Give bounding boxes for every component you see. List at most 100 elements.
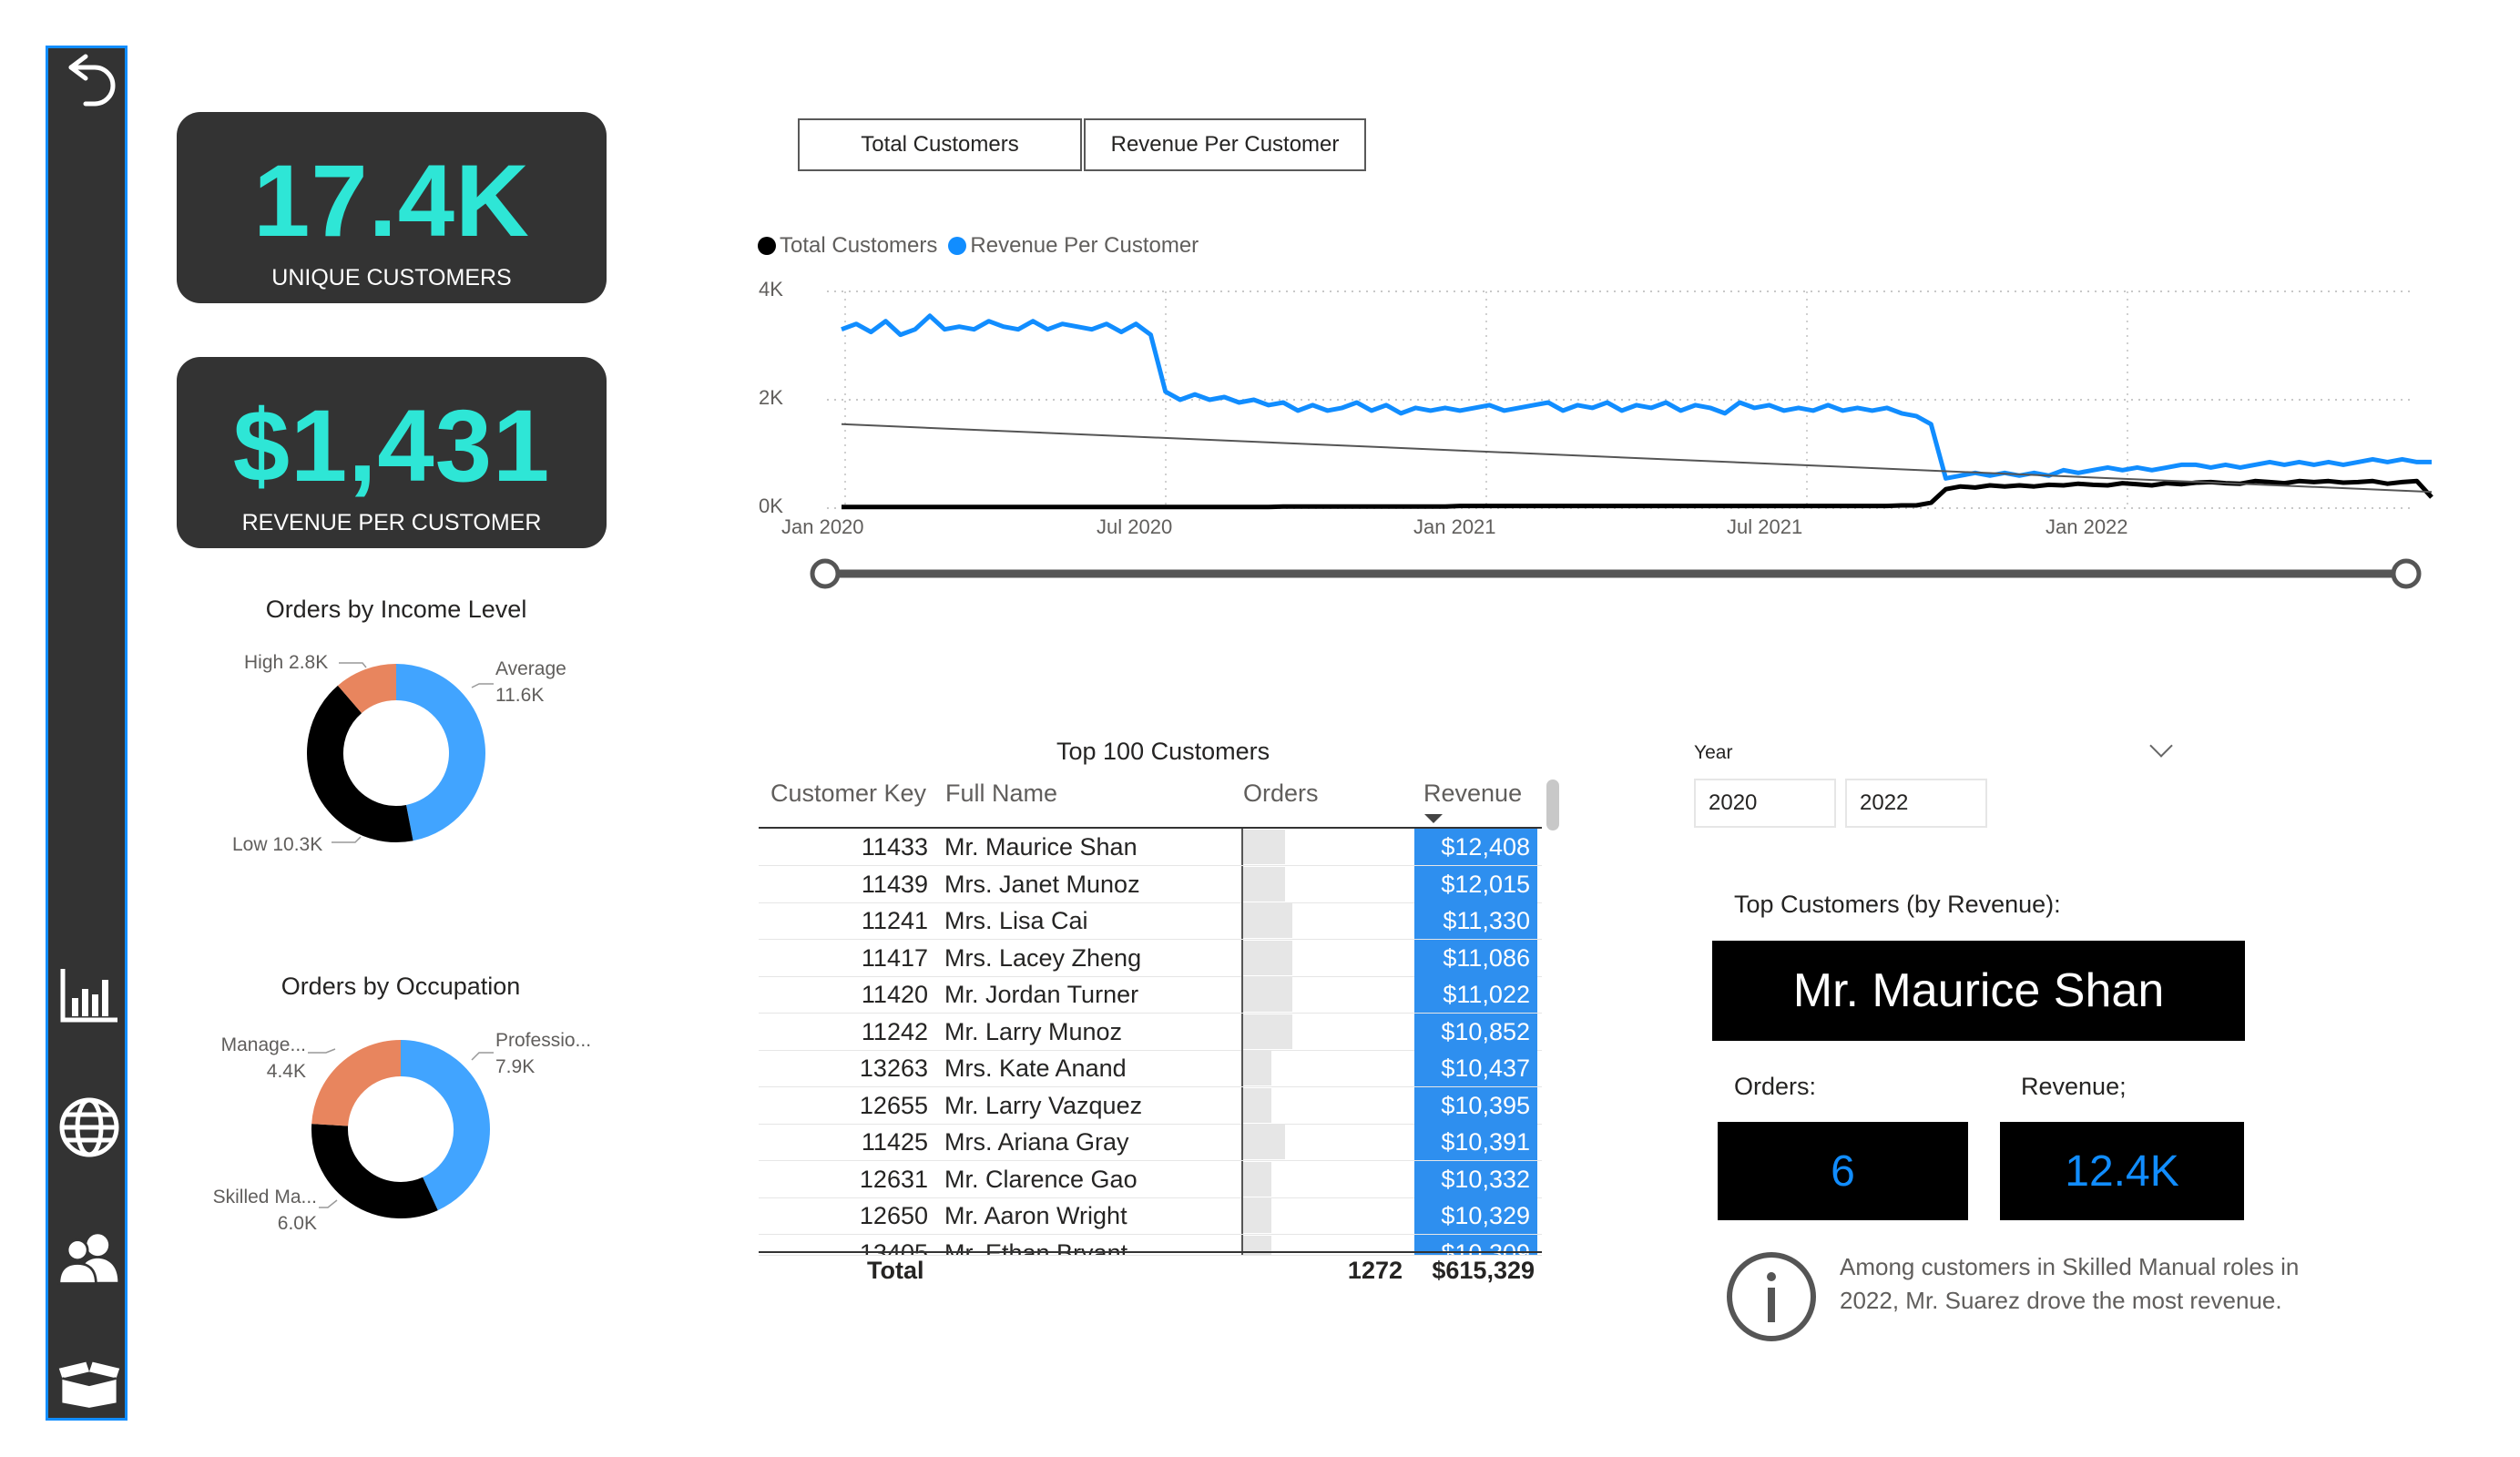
y-tick-4k: 4K [759, 278, 783, 301]
cell-full-name: Mrs. Lisa Cai [944, 907, 1088, 934]
bar-chart-icon[interactable] [57, 963, 121, 1027]
occupation-management-value: 4.4K [266, 1061, 306, 1083]
back-arrow-icon[interactable] [57, 53, 121, 117]
cell-full-name: Mr. Larry Munoz [944, 1017, 1123, 1045]
y-tick-0k: 0K [759, 494, 783, 517]
occupation-skilled-name: Skilled Ma... [212, 1187, 317, 1207]
income-donut-title: Orders by Income Level [265, 596, 527, 623]
cell-customer-key: 13263 [859, 1055, 928, 1082]
unique-customers-card: 17.4K UNIQUE CUSTOMERS [177, 112, 607, 303]
table-row[interactable]: 11433 Mr. Maurice Shan 6$12,408 [759, 829, 1542, 866]
box-icon[interactable] [57, 1350, 121, 1414]
top-customer-orders-card: 6 [1718, 1122, 1968, 1220]
revenue-label: Revenue; [2021, 1073, 2127, 1100]
revenue-per-customer-value: $1,431 [232, 389, 551, 503]
cell-revenue: $12,408 [1414, 829, 1537, 865]
table-row[interactable]: 12655 Mr. Larry Vazquez 4$10,395 [759, 1086, 1542, 1125]
year-slicer-label: Year [1694, 742, 1733, 763]
occupation-professional-name: Professio... [495, 1030, 592, 1051]
table-row[interactable]: 12631 Mr. Clarence Gao 4$10,332 [759, 1160, 1542, 1198]
revenue-per-customer-button[interactable]: Revenue Per Customer [1084, 118, 1366, 171]
top-customer-orders-value: 6 [1831, 1146, 1855, 1196]
customers-line-chart[interactable] [801, 273, 2441, 528]
unique-customers-label: UNIQUE CUSTOMERS [271, 265, 512, 290]
info-icon[interactable] [1724, 1249, 1819, 1344]
year-from-input[interactable]: 2020 [1694, 779, 1836, 828]
occupation-donut-title: Orders by Occupation [281, 973, 521, 1000]
globe-icon[interactable] [57, 1095, 121, 1159]
cell-full-name: Mr. Maurice Shan [944, 833, 1138, 861]
cell-orders: 7 [1241, 940, 1428, 976]
legend-revenue-per-customer[interactable]: Revenue Per Customer [970, 233, 1199, 259]
occupation-skilled-label: Skilled Ma... 6.0K [199, 1184, 317, 1238]
cell-customer-key: 11433 [861, 833, 928, 861]
cell-customer-key: 12655 [859, 1091, 928, 1119]
x-tick-jan-2022: Jan 2022 [2046, 515, 2128, 538]
year-to-input[interactable]: 2022 [1845, 779, 1987, 828]
cell-customer-key: 12650 [859, 1202, 928, 1229]
income-average-label: Average 11.6K [495, 656, 566, 709]
table-row[interactable]: 11439 Mrs. Janet Munoz 6$12,015 [759, 865, 1542, 903]
date-range-slider[interactable] [805, 554, 2426, 594]
chevron-down-icon[interactable] [2149, 734, 2173, 758]
cell-revenue: $10,391 [1414, 1124, 1537, 1160]
series-line-trend[interactable] [841, 423, 2433, 494]
cell-revenue: $11,022 [1414, 976, 1537, 1013]
cell-customer-key: 11241 [861, 907, 928, 934]
chart-legend: Total Customers Revenue Per Customer [758, 233, 1199, 259]
table-row[interactable]: 11420 Mr. Jordan Turner 7$11,022 [759, 976, 1542, 1014]
header-revenue[interactable]: Revenue [1423, 779, 1522, 808]
cell-full-name: Mr. Aaron Wright [944, 1202, 1127, 1229]
occupation-professional-value: 7.9K [495, 1056, 536, 1078]
total-revenue: $615,329 [1432, 1257, 1535, 1284]
header-orders[interactable]: Orders [1243, 779, 1319, 808]
top-customers-heading: Top Customers (by Revenue): [1734, 891, 2061, 918]
cell-orders: 6 [1241, 1124, 1428, 1160]
total-customers-button[interactable]: Total Customers [798, 118, 1082, 171]
slider-end-handle[interactable] [2391, 558, 2422, 589]
cell-customer-key: 11417 [861, 943, 928, 972]
cell-orders: 4 [1241, 1050, 1428, 1086]
legend-dot-total-customers [758, 237, 776, 255]
income-average-name: Average [495, 658, 566, 679]
cell-revenue: $10,395 [1414, 1086, 1537, 1124]
table-row[interactable]: 12650 Mr. Aaron Wright 4$10,329 [759, 1197, 1542, 1235]
table-scrollbar-thumb[interactable] [1546, 779, 1559, 830]
sort-descending-icon[interactable] [1424, 814, 1443, 823]
cell-orders: 6 [1241, 866, 1428, 902]
series-line-revenue-per-customer[interactable] [841, 313, 2432, 481]
occupation-skilled-value: 6.0K [277, 1213, 317, 1235]
revenue-per-customer-card: $1,431 REVENUE PER CUSTOMER [177, 357, 607, 548]
table-row[interactable]: 11241 Mrs. Lisa Cai 7$11,330 [759, 902, 1542, 940]
legend-dot-revenue-per-customer [948, 237, 967, 255]
orders-label: Orders: [1734, 1073, 1817, 1100]
cell-orders: 6 [1241, 829, 1428, 865]
table-row[interactable]: 11417 Mrs. Lacey Zheng 7$11,086 [759, 939, 1542, 977]
cell-full-name: Mr. Larry Vazquez [944, 1091, 1143, 1119]
cell-customer-key: 11425 [861, 1128, 928, 1156]
cell-customer-key: 12631 [859, 1165, 928, 1193]
total-label: Total [867, 1257, 924, 1284]
x-tick-jan-2021: Jan 2021 [1413, 515, 1496, 538]
series-line-total-customers[interactable] [842, 478, 2433, 510]
y-tick-2k: 2K [759, 386, 783, 409]
cell-orders: 4 [1241, 1161, 1428, 1197]
x-tick-jul-2021: Jul 2021 [1727, 515, 1803, 538]
cell-orders: 7 [1241, 902, 1428, 939]
table-row[interactable]: 11425 Mrs. Ariana Gray 6$10,391 [759, 1124, 1542, 1161]
legend-total-customers[interactable]: Total Customers [780, 233, 937, 259]
cell-orders: 4 [1241, 1087, 1428, 1124]
cell-orders: 7 [1241, 1014, 1428, 1050]
header-full-name[interactable]: Full Name [945, 779, 1057, 808]
table-row[interactable]: 13263 Mrs. Kate Anand 4$10,437 [759, 1050, 1542, 1087]
x-tick-jan-2020: Jan 2020 [781, 515, 864, 538]
table-row[interactable]: 11242 Mr. Larry Munoz 7$10,852 [759, 1013, 1542, 1051]
income-high-label: High 2.8K [244, 652, 329, 673]
top-customer-name: Mr. Maurice Shan [1792, 964, 2165, 1017]
slider-start-handle[interactable] [810, 558, 841, 589]
occupation-management-label: Manage... 4.4K [215, 1032, 306, 1085]
header-customer-key[interactable]: Customer Key [770, 779, 926, 808]
users-icon[interactable] [57, 1226, 121, 1289]
cell-orders: 7 [1241, 976, 1428, 1013]
unique-customers-value: 17.4K [253, 144, 530, 258]
